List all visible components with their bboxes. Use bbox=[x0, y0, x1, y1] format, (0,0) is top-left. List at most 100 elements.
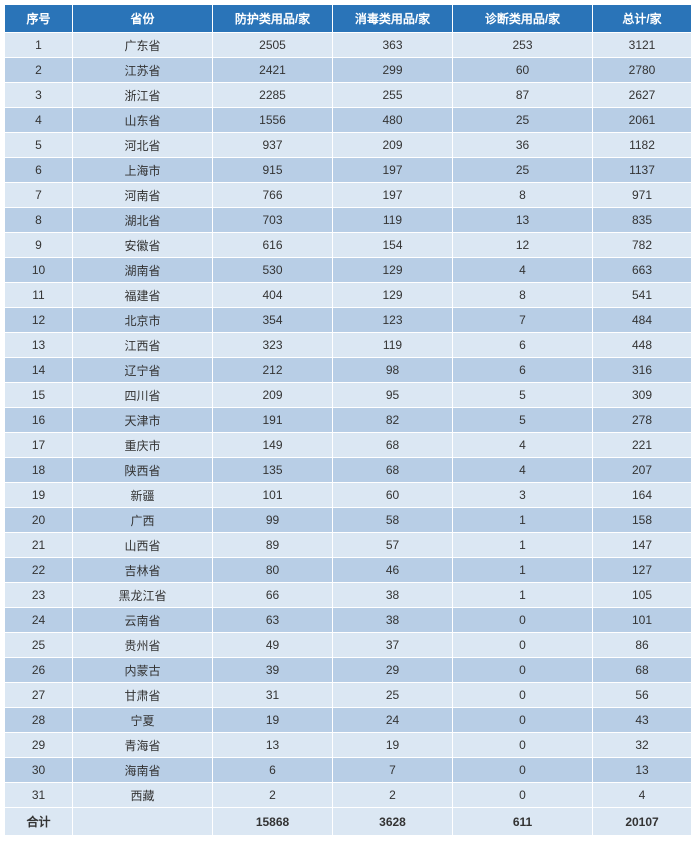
cell-diagnose: 6 bbox=[453, 358, 593, 383]
table-row: 21山西省89571147 bbox=[5, 533, 692, 558]
table-footer-row: 合计 15868 3628 611 20107 bbox=[5, 808, 692, 836]
cell-province: 重庆市 bbox=[73, 433, 213, 458]
cell-disinfect: 209 bbox=[333, 133, 453, 158]
cell-diagnose: 4 bbox=[453, 433, 593, 458]
cell-total: 101 bbox=[593, 608, 692, 633]
table-row: 27甘肃省3125056 bbox=[5, 683, 692, 708]
cell-disinfect: 197 bbox=[333, 183, 453, 208]
cell-province: 黑龙江省 bbox=[73, 583, 213, 608]
cell-diagnose: 4 bbox=[453, 258, 593, 283]
cell-disinfect: 363 bbox=[333, 33, 453, 58]
cell-seq: 31 bbox=[5, 783, 73, 808]
cell-protect: 209 bbox=[213, 383, 333, 408]
cell-seq: 19 bbox=[5, 483, 73, 508]
header-protect: 防护类用品/家 bbox=[213, 5, 333, 33]
cell-protect: 99 bbox=[213, 508, 333, 533]
cell-disinfect: 197 bbox=[333, 158, 453, 183]
footer-protect: 15868 bbox=[213, 808, 333, 836]
cell-total: 782 bbox=[593, 233, 692, 258]
cell-seq: 17 bbox=[5, 433, 73, 458]
cell-total: 484 bbox=[593, 308, 692, 333]
cell-protect: 616 bbox=[213, 233, 333, 258]
cell-total: 2627 bbox=[593, 83, 692, 108]
cell-protect: 1556 bbox=[213, 108, 333, 133]
cell-province: 甘肃省 bbox=[73, 683, 213, 708]
cell-province: 上海市 bbox=[73, 158, 213, 183]
cell-protect: 323 bbox=[213, 333, 333, 358]
cell-disinfect: 68 bbox=[333, 433, 453, 458]
cell-total: 663 bbox=[593, 258, 692, 283]
cell-total: 158 bbox=[593, 508, 692, 533]
cell-diagnose: 0 bbox=[453, 633, 593, 658]
cell-province: 江西省 bbox=[73, 333, 213, 358]
cell-total: 68 bbox=[593, 658, 692, 683]
cell-diagnose: 1 bbox=[453, 558, 593, 583]
cell-province: 山东省 bbox=[73, 108, 213, 133]
cell-seq: 27 bbox=[5, 683, 73, 708]
cell-protect: 404 bbox=[213, 283, 333, 308]
cell-seq: 16 bbox=[5, 408, 73, 433]
cell-protect: 19 bbox=[213, 708, 333, 733]
cell-total: 448 bbox=[593, 333, 692, 358]
cell-total: 278 bbox=[593, 408, 692, 433]
cell-seq: 3 bbox=[5, 83, 73, 108]
table-row: 11福建省4041298541 bbox=[5, 283, 692, 308]
cell-diagnose: 0 bbox=[453, 708, 593, 733]
cell-seq: 4 bbox=[5, 108, 73, 133]
cell-diagnose: 5 bbox=[453, 408, 593, 433]
cell-protect: 66 bbox=[213, 583, 333, 608]
cell-diagnose: 12 bbox=[453, 233, 593, 258]
cell-diagnose: 7 bbox=[453, 308, 593, 333]
cell-seq: 10 bbox=[5, 258, 73, 283]
cell-disinfect: 480 bbox=[333, 108, 453, 133]
header-diagnose: 诊断类用品/家 bbox=[453, 5, 593, 33]
cell-disinfect: 255 bbox=[333, 83, 453, 108]
cell-protect: 63 bbox=[213, 608, 333, 633]
cell-disinfect: 129 bbox=[333, 283, 453, 308]
cell-disinfect: 58 bbox=[333, 508, 453, 533]
cell-total: 13 bbox=[593, 758, 692, 783]
cell-province: 广东省 bbox=[73, 33, 213, 58]
cell-protect: 80 bbox=[213, 558, 333, 583]
cell-protect: 39 bbox=[213, 658, 333, 683]
cell-diagnose: 36 bbox=[453, 133, 593, 158]
cell-province: 湖南省 bbox=[73, 258, 213, 283]
cell-province: 福建省 bbox=[73, 283, 213, 308]
footer-diagnose: 611 bbox=[453, 808, 593, 836]
table-row: 10湖南省5301294663 bbox=[5, 258, 692, 283]
cell-protect: 354 bbox=[213, 308, 333, 333]
footer-label: 合计 bbox=[5, 808, 73, 836]
cell-disinfect: 57 bbox=[333, 533, 453, 558]
table-row: 20广西99581158 bbox=[5, 508, 692, 533]
cell-province: 西藏 bbox=[73, 783, 213, 808]
cell-disinfect: 25 bbox=[333, 683, 453, 708]
cell-diagnose: 0 bbox=[453, 683, 593, 708]
table-row: 26内蒙古3929068 bbox=[5, 658, 692, 683]
cell-diagnose: 0 bbox=[453, 608, 593, 633]
cell-total: 105 bbox=[593, 583, 692, 608]
cell-disinfect: 119 bbox=[333, 208, 453, 233]
table-row: 25贵州省4937086 bbox=[5, 633, 692, 658]
cell-seq: 9 bbox=[5, 233, 73, 258]
province-supply-table: 序号 省份 防护类用品/家 消毒类用品/家 诊断类用品/家 总计/家 1广东省2… bbox=[4, 4, 692, 836]
cell-province: 贵州省 bbox=[73, 633, 213, 658]
cell-seq: 5 bbox=[5, 133, 73, 158]
table-row: 24云南省63380101 bbox=[5, 608, 692, 633]
cell-province: 辽宁省 bbox=[73, 358, 213, 383]
table-row: 12北京市3541237484 bbox=[5, 308, 692, 333]
cell-disinfect: 60 bbox=[333, 483, 453, 508]
cell-diagnose: 0 bbox=[453, 758, 593, 783]
cell-disinfect: 37 bbox=[333, 633, 453, 658]
footer-total: 20107 bbox=[593, 808, 692, 836]
table-row: 6上海市915197251137 bbox=[5, 158, 692, 183]
header-seq: 序号 bbox=[5, 5, 73, 33]
table-row: 8湖北省70311913835 bbox=[5, 208, 692, 233]
table-row: 18陕西省135684207 bbox=[5, 458, 692, 483]
cell-province: 云南省 bbox=[73, 608, 213, 633]
table-body: 1广东省250536325331212江苏省24212996027803浙江省2… bbox=[5, 33, 692, 808]
cell-total: 221 bbox=[593, 433, 692, 458]
cell-protect: 2 bbox=[213, 783, 333, 808]
cell-seq: 25 bbox=[5, 633, 73, 658]
cell-province: 天津市 bbox=[73, 408, 213, 433]
cell-diagnose: 0 bbox=[453, 783, 593, 808]
